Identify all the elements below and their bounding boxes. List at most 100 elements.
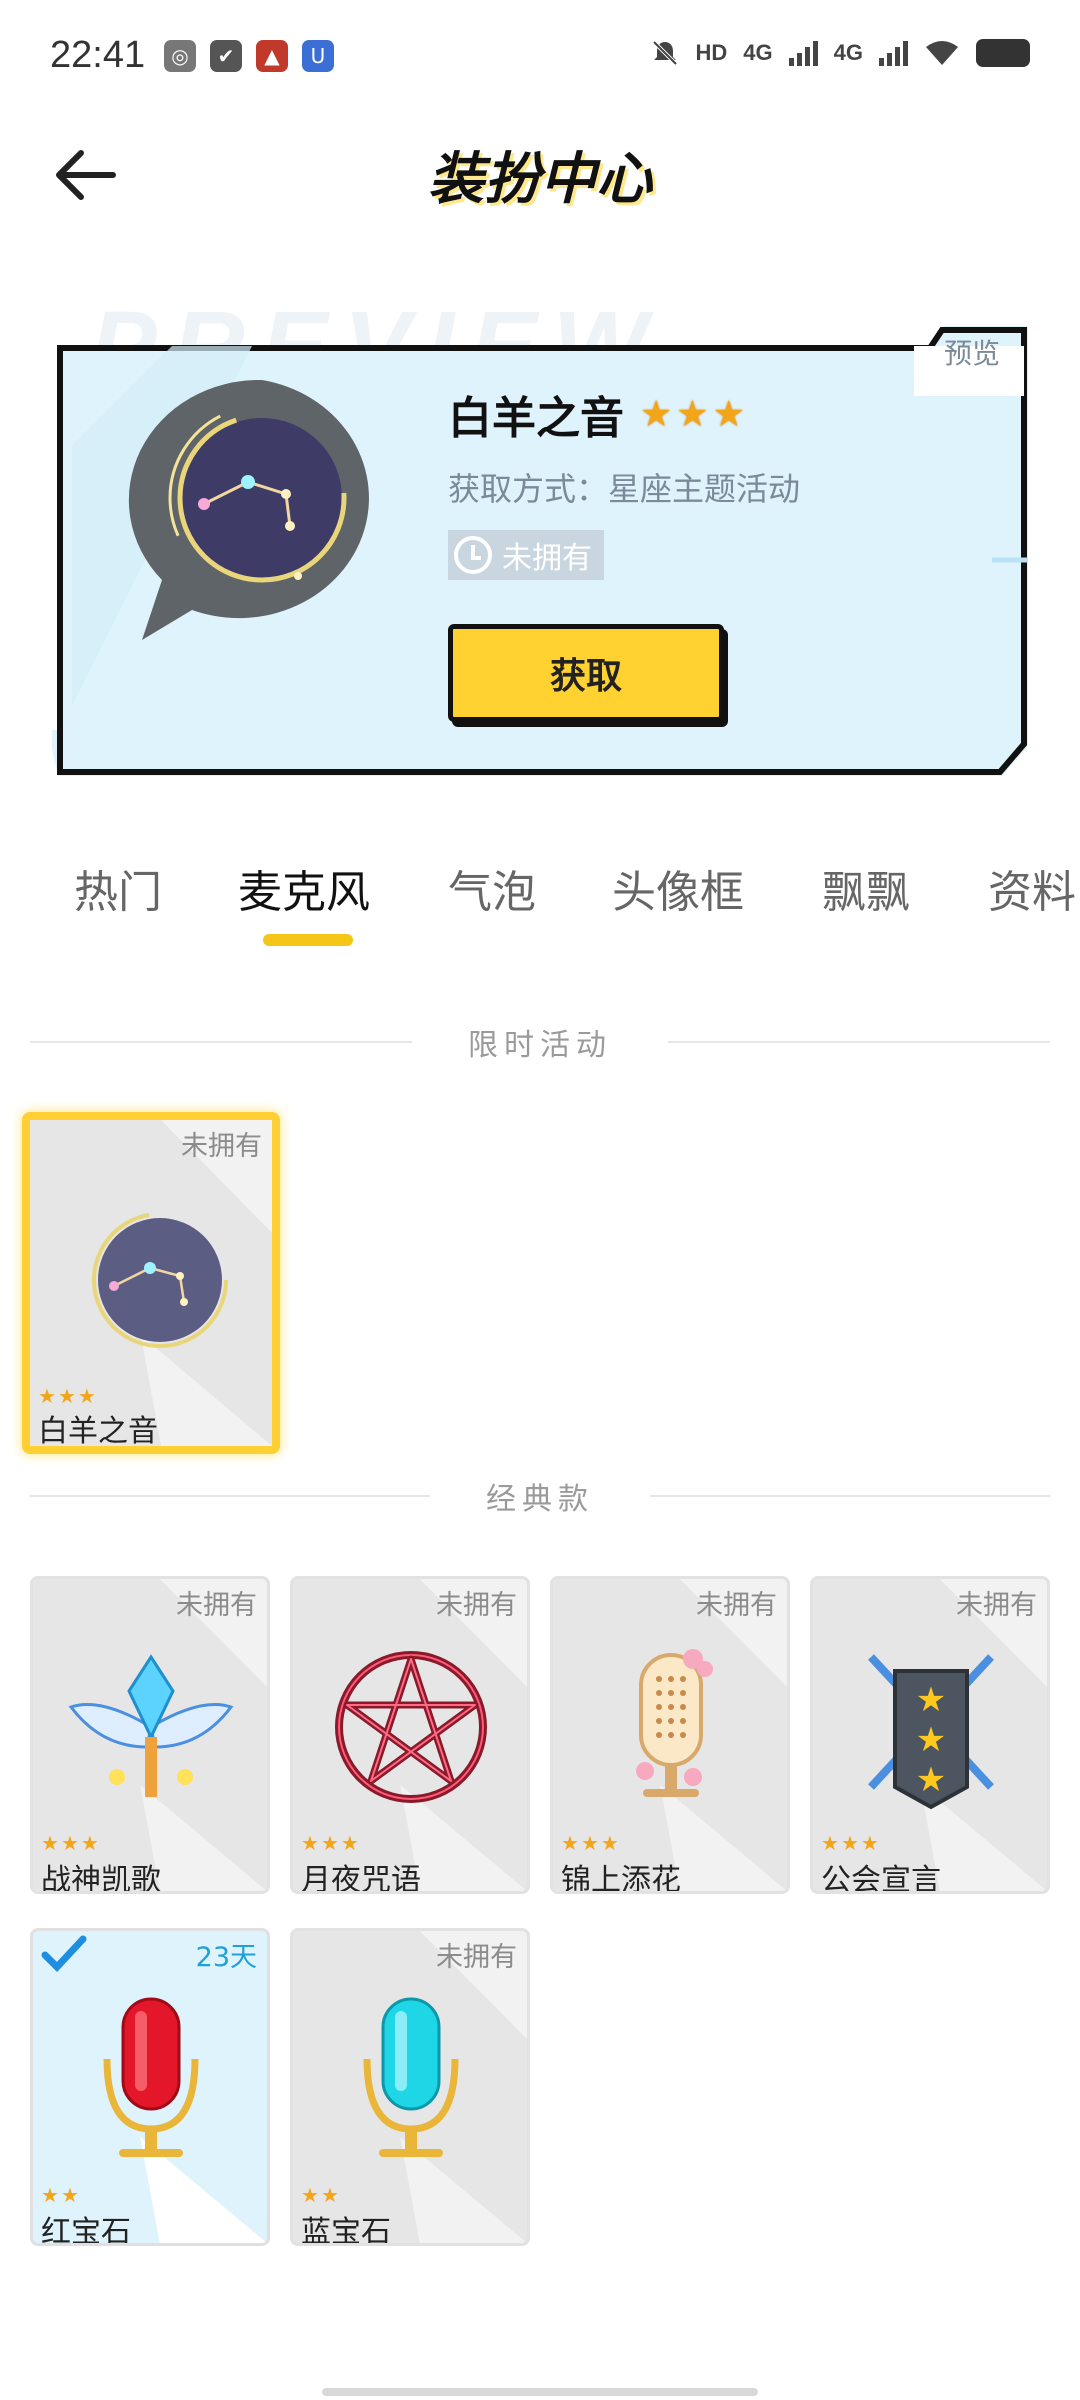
owned-status-label: 未拥有 (502, 541, 592, 576)
item-card-war-god[interactable]: 未拥有 ★ ★ ★ 战神凯歌 (30, 1576, 270, 1894)
star-icon: ★ (301, 2183, 319, 2207)
item-stars: ★ ★ ★ (561, 1831, 619, 1855)
item-card-sapphire[interactable]: 未拥有 ★ ★ 蓝宝石 (290, 1928, 530, 2246)
star-icon: ★ (860, 1831, 879, 1855)
star-icon: ★ (60, 1831, 79, 1855)
preview-stars: ★ ★ ★ (640, 394, 745, 435)
svg-text:★: ★ (916, 1720, 946, 1760)
mute-bell-icon (652, 40, 677, 66)
item-stars: ★ ★ ★ (821, 1831, 879, 1855)
tab-hot[interactable]: 热门 (74, 856, 162, 920)
star-icon: ★ (41, 2183, 59, 2207)
preview-item-name: 白羊之音 ★ ★ ★ (448, 382, 745, 446)
obtain-method: 获取方式：星座主题活动 (448, 470, 801, 508)
flower-mic-icon (636, 1649, 713, 1797)
star-icon: ★ (38, 1384, 56, 1408)
star-icon: ★ (840, 1831, 859, 1855)
page-header: 装扮中心 (0, 110, 1080, 230)
network-label-1: 4G (743, 40, 773, 65)
active-tab-indicator (263, 934, 353, 946)
tab-bubble[interactable]: 气泡 (448, 856, 536, 920)
clipboard-icon: ✔ (210, 40, 242, 72)
item-stars: ★ ★ ★ (301, 1831, 359, 1855)
signal-icon-2 (879, 40, 908, 66)
item-stars: ★ ★ ★ (41, 1831, 99, 1855)
star-icon: ★ (41, 1831, 59, 1855)
page-title: 装扮中心 (428, 147, 652, 212)
ruby-mic-icon (103, 1997, 199, 2157)
item-status-badge: 未拥有 (436, 1942, 517, 1973)
system-icons: HD 4G 4G (650, 38, 1030, 68)
pentagram-icon (335, 1651, 487, 1803)
section-label-limited: 限时活动 (468, 1028, 612, 1063)
tab-profile[interactable]: 资料 (988, 856, 1076, 920)
item-card-aries[interactable]: 未拥有 ★ ★ ★ 白羊之音 (22, 1112, 280, 1454)
star-icon: ★ (580, 1831, 599, 1855)
owned-status-tag: 未拥有 (448, 530, 648, 580)
item-name: 锦上添花 (561, 1863, 681, 1894)
item-name: 公会宣言 (821, 1863, 941, 1894)
clock-icon (454, 536, 492, 574)
divider-line (668, 1041, 1050, 1043)
star-icon: ★ (676, 393, 709, 435)
preview-item-title: 白羊之音 (448, 393, 624, 444)
winged-crystal-mic-icon (68, 1654, 234, 1797)
star-icon: ★ (77, 1384, 96, 1408)
item-name: 战神凯歌 (41, 1863, 161, 1894)
item-stars: ★ ★ (41, 2183, 79, 2207)
item-name: 红宝石 (41, 2215, 131, 2246)
app-notification-icon: ◎ (164, 40, 196, 72)
section-divider-classic: 经典款 (30, 1476, 1050, 1517)
aries-constellation-icon (92, 1212, 228, 1348)
preview-card: 预览 白羊之音 ★ ★ ★ 获取方式：星座主题活动 未拥有 获取 (52, 326, 1028, 786)
star-icon: ★ (340, 1831, 359, 1855)
category-tabs: 热门 麦克风 气泡 头像框 飘飘 资料 (0, 856, 1080, 956)
tab-microphone[interactable]: 麦克风 (238, 856, 370, 920)
item-card-ruby[interactable]: 23天 ★ ★ 红宝石 (30, 1928, 270, 2246)
shield-swords-icon: ★ ★ ★ (868, 1654, 994, 1810)
item-name: 月夜咒语 (301, 1863, 421, 1894)
star-icon: ★ (640, 393, 673, 435)
wifi-icon (926, 41, 958, 65)
preview-badge: 预览 (943, 337, 1000, 370)
star-icon: ★ (57, 1384, 76, 1408)
clock-time: 22:41 (50, 34, 146, 76)
item-status-badge: 未拥有 (696, 1590, 777, 1621)
aries-constellation-icon (128, 379, 369, 640)
item-status-badge: 未拥有 (176, 1590, 257, 1621)
network-label-2: 4G (833, 40, 863, 65)
star-icon: ★ (301, 1831, 319, 1855)
game-app-icon: ▲ (256, 40, 288, 72)
item-status-badge: 未拥有 (956, 1590, 1037, 1621)
status-bar: 22:41 ◎ ✔ ▲ U HD 4G 4G (0, 0, 1080, 110)
item-card-flower[interactable]: 未拥有 ★ ★ ★ 锦上添花 (550, 1576, 790, 1894)
divider-line (30, 1495, 430, 1497)
star-icon: ★ (712, 393, 745, 435)
section-label-classic: 经典款 (486, 1482, 594, 1517)
home-indicator[interactable] (322, 2388, 758, 2396)
divider-line (30, 1041, 412, 1043)
item-days-badge: 23天 (195, 1942, 257, 1973)
divider-line (650, 1495, 1050, 1497)
star-icon: ★ (60, 2183, 79, 2207)
star-icon: ★ (320, 1831, 339, 1855)
section-divider-limited: 限时活动 (30, 1022, 1050, 1063)
notification-icons: ◎ ✔ ▲ U (164, 40, 334, 72)
star-icon: ★ (600, 1831, 619, 1855)
check-icon (41, 1935, 87, 1973)
item-name: 蓝宝石 (301, 2215, 391, 2246)
item-card-guild[interactable]: 未拥有 ★ ★ ★ ★ ★ ★ 公会宣言 (810, 1576, 1050, 1894)
tab-float[interactable]: 飘飘 (822, 856, 910, 920)
sapphire-mic-icon (363, 1997, 459, 2157)
item-stars: ★ ★ ★ (38, 1384, 96, 1408)
item-name: 白羊之音 (38, 1414, 158, 1449)
svg-text:★: ★ (916, 1680, 946, 1720)
item-stars: ★ ★ (301, 2183, 339, 2207)
svg-text:★: ★ (916, 1760, 946, 1800)
tab-avatar-frame[interactable]: 头像框 (612, 856, 744, 920)
star-icon: ★ (561, 1831, 579, 1855)
hd-label: HD (695, 40, 728, 65)
item-card-moon-spell[interactable]: 未拥有 ★ ★ ★ 月夜咒语 (290, 1576, 530, 1894)
star-icon: ★ (320, 2183, 339, 2207)
obtain-button[interactable]: 获取 (448, 624, 724, 722)
